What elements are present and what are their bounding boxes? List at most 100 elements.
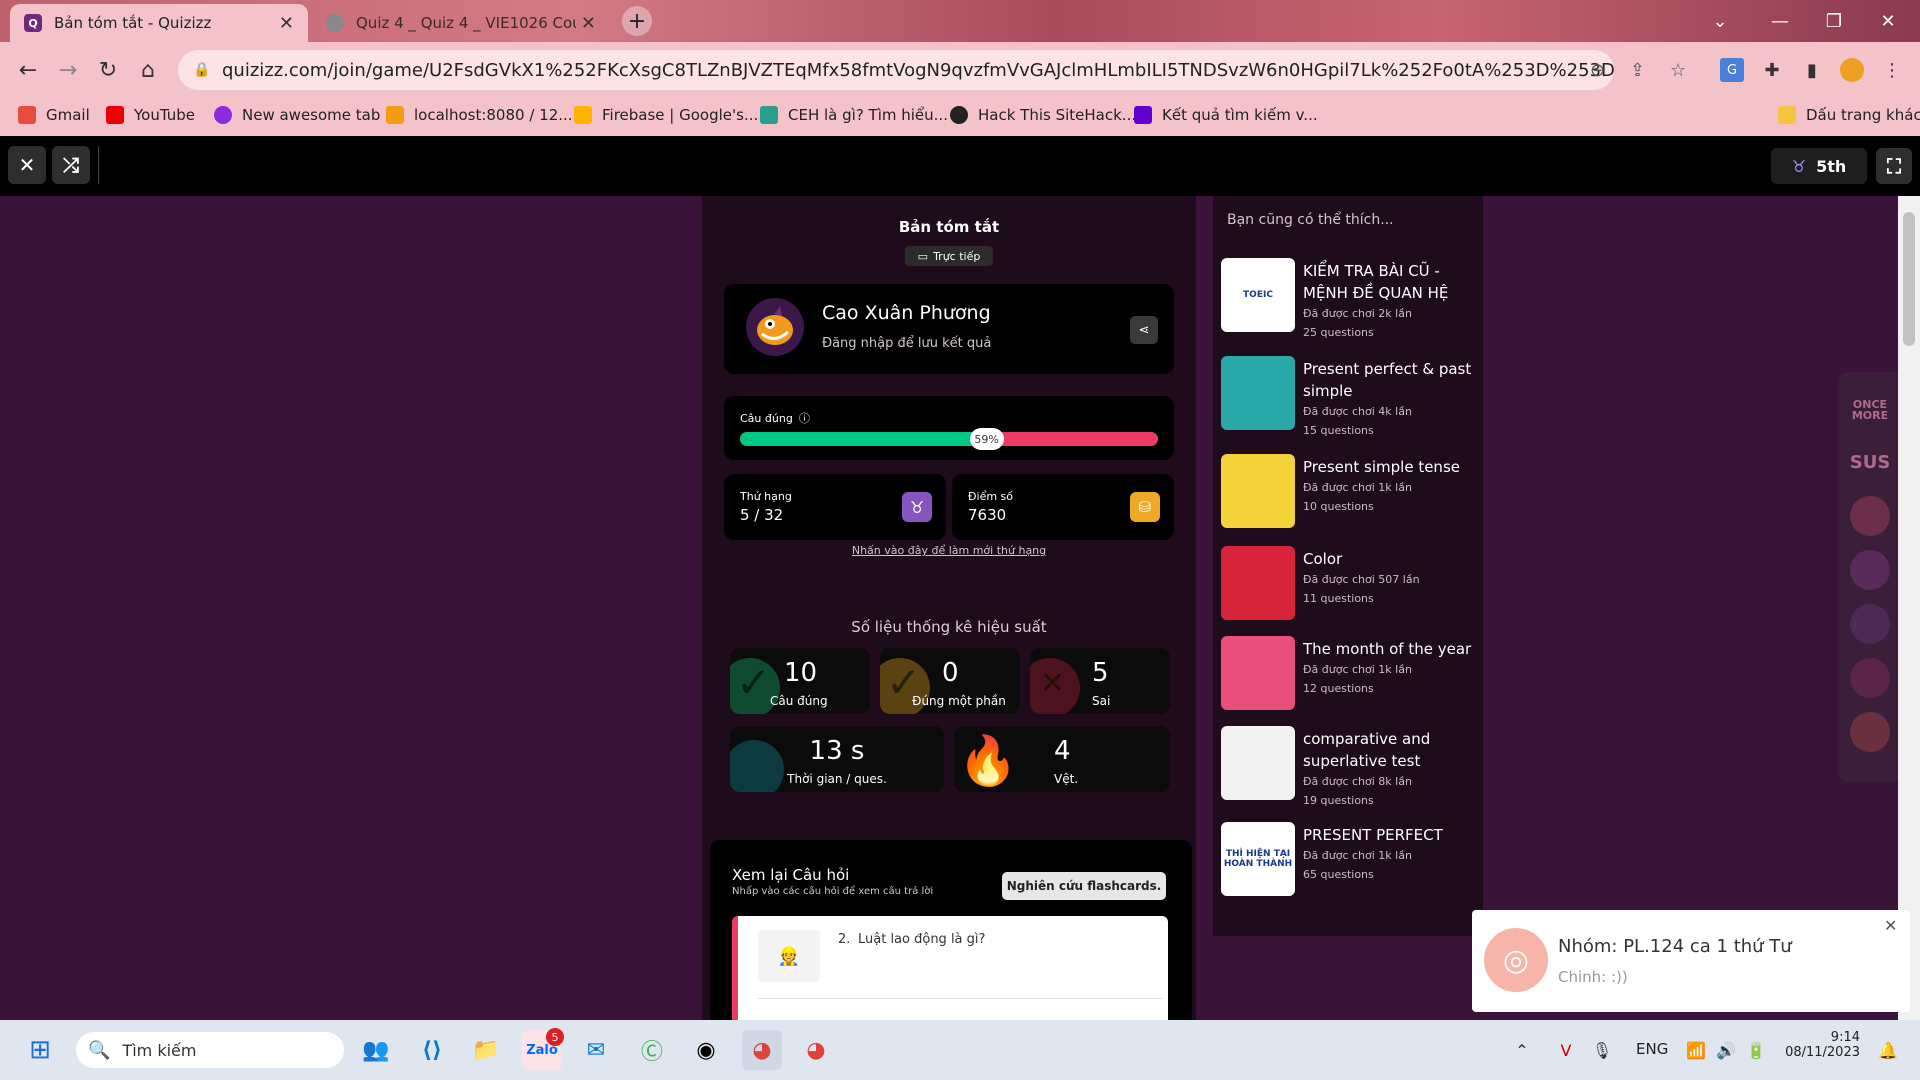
bookmark-label: Gmail (46, 106, 90, 124)
gamepad-sticker-icon[interactable] (1850, 658, 1890, 698)
once-more-sticker-icon[interactable]: ONCE MORE (1850, 390, 1890, 430)
forward-arrow-icon[interactable]: → (50, 52, 86, 88)
github-icon[interactable]: ◉ (686, 1030, 726, 1070)
language-indicator[interactable]: ENG (1636, 1040, 1668, 1058)
share-icon: ⋖ (1138, 322, 1150, 338)
menu-kebab-icon[interactable]: ⋮ (1880, 58, 1904, 82)
bookmark-hackthissite[interactable]: Hack This SiteHack... (950, 106, 1136, 124)
side-panel-icon[interactable]: ▮ (1800, 58, 1824, 82)
rank-value: 5 / 32 (740, 506, 784, 524)
home-icon[interactable]: ⌂ (130, 52, 166, 88)
login-hint[interactable]: Đăng nhập để lưu kết quả (822, 336, 991, 351)
close-tab-icon[interactable]: ✕ (279, 13, 294, 34)
share-button[interactable]: ⋖ (1130, 316, 1158, 344)
question-item[interactable]: 👷 2. Luật lao động là gì? (732, 916, 1168, 1036)
fullscreen-icon[interactable]: ⛶ (1876, 148, 1912, 184)
globe-favicon (326, 14, 344, 32)
restore-button[interactable]: ❐ (1814, 6, 1854, 36)
recommendation-item[interactable]: The month of the year Đã được chơi 1k lầ… (1221, 636, 1483, 716)
monster-sticker-icon[interactable] (1850, 496, 1890, 536)
score-label: Điểm số (968, 490, 1014, 503)
zoom-icon[interactable]: ⊖ (1590, 60, 1605, 81)
close-window-button[interactable]: ✕ (1868, 6, 1908, 36)
close-icon[interactable]: ✕ (1884, 916, 1897, 935)
close-tab-icon[interactable]: ✕ (581, 13, 596, 34)
bookmarks-bar: Gmail YouTube New awesome tab localhost:… (0, 98, 1920, 136)
bookmark-star-icon[interactable]: ☆ (1670, 60, 1686, 81)
score-card: Điểm số 7630 ⛁ (952, 474, 1174, 540)
recommendation-plays: Đã được chơi 8k lần (1303, 775, 1412, 788)
chrome-profile-icon[interactable]: ◕ (796, 1030, 836, 1070)
recommendation-item[interactable]: TOEIC KIỂM TRA BÀI CŨ - MỆNH ĐỀ QUAN HỆ … (1221, 258, 1483, 339)
vscode-icon[interactable]: ⟨⟩ (412, 1030, 452, 1070)
thumbnail-text: THÌ HIỆN TẠI HOÀN THÀNH (1223, 849, 1293, 869)
bookmark-localhost[interactable]: localhost:8080 / 12... (386, 106, 573, 124)
microphone-icon[interactable]: 🎙 (1582, 1030, 1622, 1070)
minimize-button[interactable]: — (1760, 6, 1800, 36)
tab-quizizz-summary[interactable]: Q Bản tóm tắt - Quizizz ✕ (10, 4, 308, 42)
bookmark-yahoo[interactable]: Kết quả tìm kiếm v... (1134, 106, 1318, 124)
scrollbar-thumb[interactable] (1903, 212, 1915, 346)
windows-start-icon[interactable]: ⊞ (20, 1030, 60, 1070)
clock-date: 08/11/2023 (1785, 1045, 1860, 1060)
vivaldi-tray-icon[interactable]: V (1546, 1030, 1586, 1070)
tab-title: Bản tóm tắt - Quizizz (54, 14, 212, 32)
stat-streak: 🔥 4 Vệt. (954, 726, 1170, 792)
thumbnail-text: TOEIC (1243, 290, 1273, 300)
bird-sticker-icon[interactable] (1850, 550, 1890, 590)
phpmyadmin-icon (386, 106, 404, 124)
bookmark-label: YouTube (134, 106, 195, 124)
astronaut-sticker-icon[interactable] (1850, 604, 1890, 644)
profile-avatar[interactable] (1840, 58, 1864, 82)
recommendation-item[interactable]: comparative and superlative test Đã được… (1221, 726, 1483, 807)
zalo-notification[interactable]: ◎ Nhóm: PL.124 ca 1 thứ Tư Chinh: :)) ✕ (1472, 910, 1910, 1012)
shuffle-icon[interactable]: ⤮ (52, 146, 90, 184)
bookmark-ceh[interactable]: CEH là gì? Tìm hiểu... (760, 106, 948, 124)
player-card: Cao Xuân Phương Đăng nhập để lưu kết quả… (724, 284, 1174, 374)
bookmark-new-awesome-tab[interactable]: New awesome tab (214, 106, 380, 124)
new-tab-button[interactable]: + (622, 6, 652, 36)
refresh-rank-link[interactable]: Nhấn vào đây để làm mới thứ hạng (702, 544, 1196, 557)
question-text: Luật lao động là gì? (858, 932, 986, 947)
bookmark-gmail[interactable]: Gmail (18, 106, 90, 124)
exit-button[interactable]: ✕ (8, 146, 46, 184)
flashcards-button[interactable]: Nghiên cứu flashcards. (1002, 872, 1166, 900)
reload-icon[interactable]: ↻ (90, 52, 126, 88)
bookmark-label: Kết quả tìm kiếm v... (1162, 106, 1318, 124)
recommendation-item[interactable]: THÌ HIỆN TẠI HOÀN THÀNH PRESENT PERFECT … (1221, 822, 1483, 902)
mail-icon[interactable]: ✉ (576, 1030, 616, 1070)
recommendation-item[interactable]: Color Đã được chơi 507 lần 11 questions (1221, 546, 1483, 626)
notification-bell-icon[interactable]: 🔔 (1868, 1030, 1908, 1070)
app-c-icon[interactable]: Ⓒ (632, 1030, 672, 1070)
file-explorer-icon[interactable]: 📁 (466, 1030, 506, 1070)
recommendation-item[interactable]: Present perfect & past simple Đã được ch… (1221, 356, 1483, 437)
back-arrow-icon[interactable]: ← (10, 52, 46, 88)
bookmark-label: CEH là gì? Tìm hiểu... (788, 106, 948, 124)
recommendation-item[interactable]: Present simple tense Đã được chơi 1k lần… (1221, 454, 1483, 534)
bookmark-other[interactable]: Dấu trang khác (1778, 106, 1920, 124)
accuracy-label: Câu đúng ⓘ (740, 410, 810, 426)
recommendation-questions: 11 questions (1303, 592, 1374, 605)
lock-icon[interactable]: 🔒 (193, 62, 210, 78)
browser-tab-strip: Q Bản tóm tắt - Quizizz ✕ Quiz 4 _ Quiz … (0, 0, 1920, 42)
sus-sticker-icon[interactable]: SUS (1850, 442, 1891, 482)
bowl-sticker-icon[interactable] (1850, 712, 1890, 752)
bookmark-firebase[interactable]: Firebase | Google's... (574, 106, 758, 124)
tray-chevron-icon[interactable]: ⌃ (1502, 1030, 1542, 1070)
address-bar[interactable]: quizizz.com/join/game/U2FsdGVkX1%252FKcX… (178, 50, 1614, 90)
firebase-icon (574, 106, 592, 124)
share-icon[interactable]: ⇪ (1630, 60, 1645, 81)
clock[interactable]: 9:14 08/11/2023 (1770, 1030, 1860, 1060)
teams-icon[interactable]: 👥 (356, 1030, 396, 1070)
info-icon[interactable]: ⓘ (799, 410, 810, 426)
bookmark-youtube[interactable]: YouTube (106, 106, 195, 124)
taskbar-search[interactable]: 🔍 Tìm kiếm (76, 1032, 344, 1068)
stat-value: 5 (1092, 658, 1109, 688)
tab-search-chevron-icon[interactable]: ⌄ (1700, 6, 1740, 36)
stat-time: 13 s Thời gian / ques. (730, 726, 944, 792)
notification-body: Chinh: :)) (1558, 968, 1628, 986)
tab-quiz4[interactable]: Quiz 4 _ Quiz 4 _ VIE1026 Course ✕ (312, 4, 610, 42)
translate-icon[interactable]: G (1720, 58, 1744, 82)
chrome-icon[interactable]: ◕ (742, 1030, 782, 1070)
extensions-icon[interactable]: ✚ (1760, 58, 1784, 82)
